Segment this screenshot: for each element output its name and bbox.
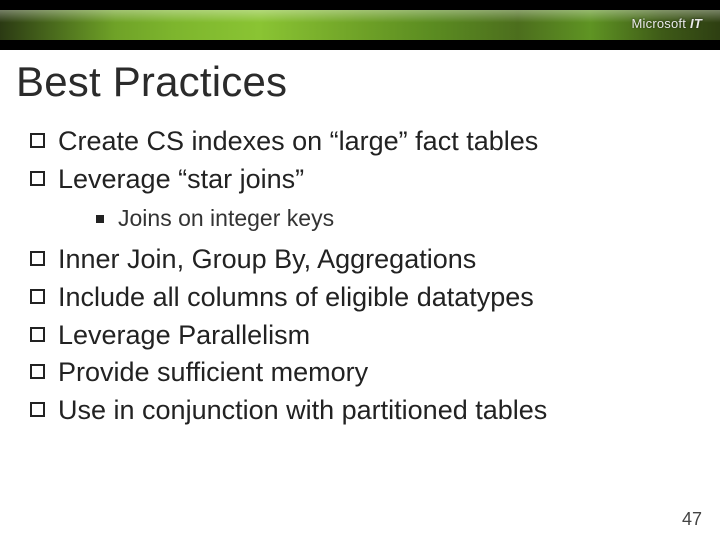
- sub-bullet-text: Joins on integer keys: [118, 205, 334, 231]
- bullet-text: Use in conjunction with partitioned tabl…: [58, 395, 547, 425]
- bullet-item: Create CS indexes on “large” fact tables: [28, 124, 704, 160]
- bullet-item: Leverage Parallelism: [28, 318, 704, 354]
- brand-logo: Microsoft IT: [632, 16, 702, 31]
- bullet-text: Provide sufficient memory: [58, 357, 368, 387]
- slide-title: Best Practices: [16, 58, 704, 106]
- bullet-item: Leverage “star joins” Joins on integer k…: [28, 162, 704, 235]
- bullet-item: Inner Join, Group By, Aggregations: [28, 242, 704, 278]
- sub-bullet-item: Joins on integer keys: [92, 203, 704, 234]
- sub-bullet-list: Joins on integer keys: [58, 203, 704, 234]
- bullet-text: Leverage Parallelism: [58, 320, 310, 350]
- slide-content: Best Practices Create CS indexes on “lar…: [16, 58, 704, 430]
- bullet-text: Include all columns of eligible datatype…: [58, 282, 534, 312]
- header-band: Microsoft IT: [0, 0, 720, 50]
- bullet-text: Leverage “star joins”: [58, 164, 304, 194]
- brand-name: Microsoft: [632, 16, 687, 31]
- bullet-text: Create CS indexes on “large” fact tables: [58, 126, 538, 156]
- bullet-list: Create CS indexes on “large” fact tables…: [16, 124, 704, 428]
- bullet-item: Use in conjunction with partitioned tabl…: [28, 393, 704, 429]
- bullet-text: Inner Join, Group By, Aggregations: [58, 244, 476, 274]
- slide: Microsoft IT Best Practices Create CS in…: [0, 0, 720, 540]
- bullet-item: Include all columns of eligible datatype…: [28, 280, 704, 316]
- page-number: 47: [682, 509, 702, 530]
- bullet-item: Provide sufficient memory: [28, 355, 704, 391]
- brand-suffix: IT: [690, 16, 702, 31]
- header-gradient: [0, 10, 720, 40]
